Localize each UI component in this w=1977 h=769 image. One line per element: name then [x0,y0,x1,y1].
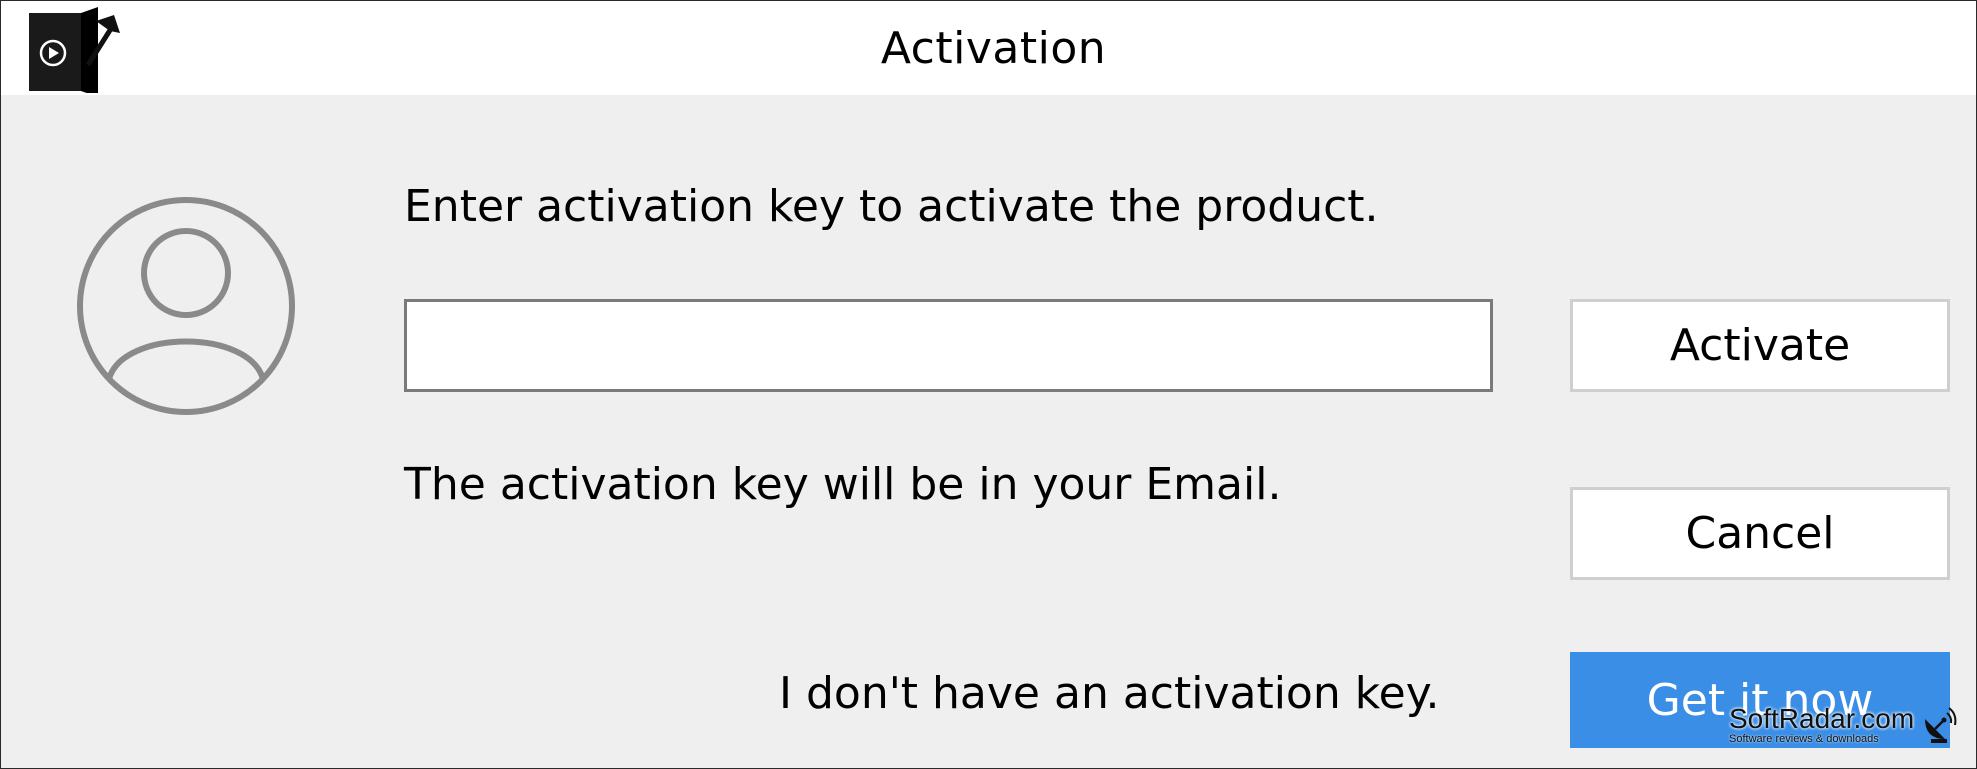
title-bar: Activation [1,1,1976,95]
activation-hint: The activation key will be in your Email… [404,459,1282,510]
activation-window: Activation Enter activation key to activ… [0,0,1977,769]
user-circle-icon [77,197,295,415]
watermark-name: SoftRadar.com [1729,703,1915,734]
softradar-watermark: SoftRadar.com Software reviews & downloa… [1727,703,1957,749]
activation-prompt: Enter activation key to activate the pro… [404,181,1379,232]
cancel-button[interactable]: Cancel [1570,487,1950,580]
window-title: Activation [880,23,1107,74]
radar-dish-icon [1925,707,1957,743]
activate-button[interactable]: Activate [1570,299,1950,392]
activation-key-input[interactable] [404,299,1493,392]
no-activation-key-link[interactable]: I don't have an activation key. [779,668,1439,719]
watermark-tagline: Software reviews & downloads [1729,733,1879,745]
